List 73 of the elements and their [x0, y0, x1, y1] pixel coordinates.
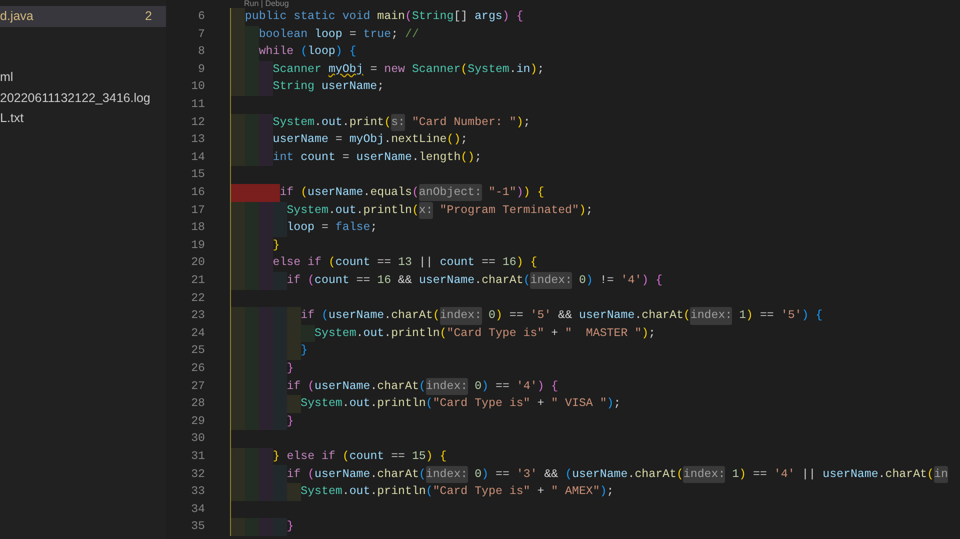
line-number: 19 [190, 238, 205, 254]
code-line: System.out.println("Card Type is" + " AMEX"); [231, 483, 614, 501]
code-line: String userName; [231, 78, 384, 96]
problem-count: 2 [145, 8, 152, 25]
line-number: 33 [190, 484, 205, 500]
codelens-link[interactable]: Run | Debug [244, 0, 289, 8]
indent-band [231, 448, 245, 466]
indent-band [231, 202, 245, 220]
line-number: 8 [197, 44, 205, 60]
line-number: 14 [190, 150, 205, 166]
line-number: 31 [190, 448, 205, 465]
file-item[interactable]: 20220611132122_3416.log [0, 88, 166, 108]
line-number: 15 [190, 167, 205, 184]
line-number: 9 [197, 62, 205, 78]
code-line: else if (count == 13 || count == 16) { [231, 254, 538, 272]
code-line: } [231, 412, 294, 430]
line-number: 17 [190, 202, 205, 219]
indent-band [231, 78, 245, 96]
code-line: System.out.println("Card Type is" + " VISA "); [231, 395, 621, 413]
code-line: loop = false; [231, 219, 378, 237]
code-line: if (userName.equals(anObject: "-1")) { [231, 184, 544, 202]
indent-band [231, 148, 245, 166]
code-line: } [231, 360, 294, 378]
line-number: 21 [190, 273, 205, 289]
code-line: } [231, 518, 294, 536]
code-line: while (loop) { [231, 43, 356, 61]
code-line: Scanner myObj = new Scanner(System.in); [231, 60, 544, 78]
indent-band [231, 114, 245, 132]
file-item[interactable]: d.java 2 [0, 6, 166, 26]
line-number: 10 [190, 79, 205, 96]
indent-band [272, 202, 287, 220]
line-number: 30 [190, 431, 205, 448]
line-number: 34 [190, 502, 205, 518]
line-number: 27 [190, 378, 205, 395]
indent-band [231, 272, 245, 290]
code-line: } [231, 236, 280, 254]
code-line: } else if (count == 15) { [231, 448, 447, 466]
line-number: 20 [190, 255, 205, 272]
indent-band [231, 8, 245, 26]
code-line: if (userName.charAt(index: 0) == '3' && (userName.charAt(index: 1) == '4' || userName.charAt(in [231, 465, 948, 484]
line-number: 32 [190, 466, 205, 483]
line-number: 29 [190, 414, 205, 430]
line-number: 11 [190, 97, 205, 114]
line-number: 7 [197, 26, 205, 43]
indent-band [231, 483, 245, 501]
code-line: System.out.println(x: "Program Terminated"); [231, 202, 593, 220]
file-item[interactable]: ml [0, 68, 166, 88]
line-number: 23 [190, 308, 205, 324]
line-number: 28 [190, 396, 205, 412]
indent-band [231, 412, 245, 430]
line-number: 13 [190, 132, 205, 148]
code-line: System.out.println("Card Type is" + " MASTER "); [231, 324, 656, 342]
line-number: 26 [190, 360, 205, 377]
code-line: public static void main(String[] args) { [231, 8, 524, 26]
line-number: 25 [190, 343, 205, 360]
code-line: userName = myObj.nextLine(); [231, 131, 468, 149]
line-number: 12 [190, 114, 205, 131]
line-number: 22 [190, 290, 205, 307]
line-number: 18 [190, 220, 205, 236]
code-line: if (userName.charAt(index: 0) == '5' && userName.charAt(index: 1) == '5') { [231, 307, 823, 325]
code-line: if (userName.charAt(index: 0) == '4') { [231, 377, 558, 396]
code-line: boolean loop = true; // [231, 26, 419, 44]
code-line: } [231, 342, 308, 360]
line-number: 6 [197, 9, 205, 26]
code-line: System.out.print(s: "Card Number: "); [231, 114, 530, 132]
indent-band [231, 307, 245, 325]
line-number: 24 [190, 326, 205, 342]
indent-band [231, 518, 245, 536]
code-line: int count = userName.length(); [231, 148, 482, 166]
line-number: 35 [190, 519, 205, 536]
file-item[interactable]: L.txt [0, 108, 166, 129]
line-number: 16 [190, 185, 205, 202]
code-line: if (count == 16 && userName.charAt(index: 0) != '4') { [231, 272, 663, 290]
